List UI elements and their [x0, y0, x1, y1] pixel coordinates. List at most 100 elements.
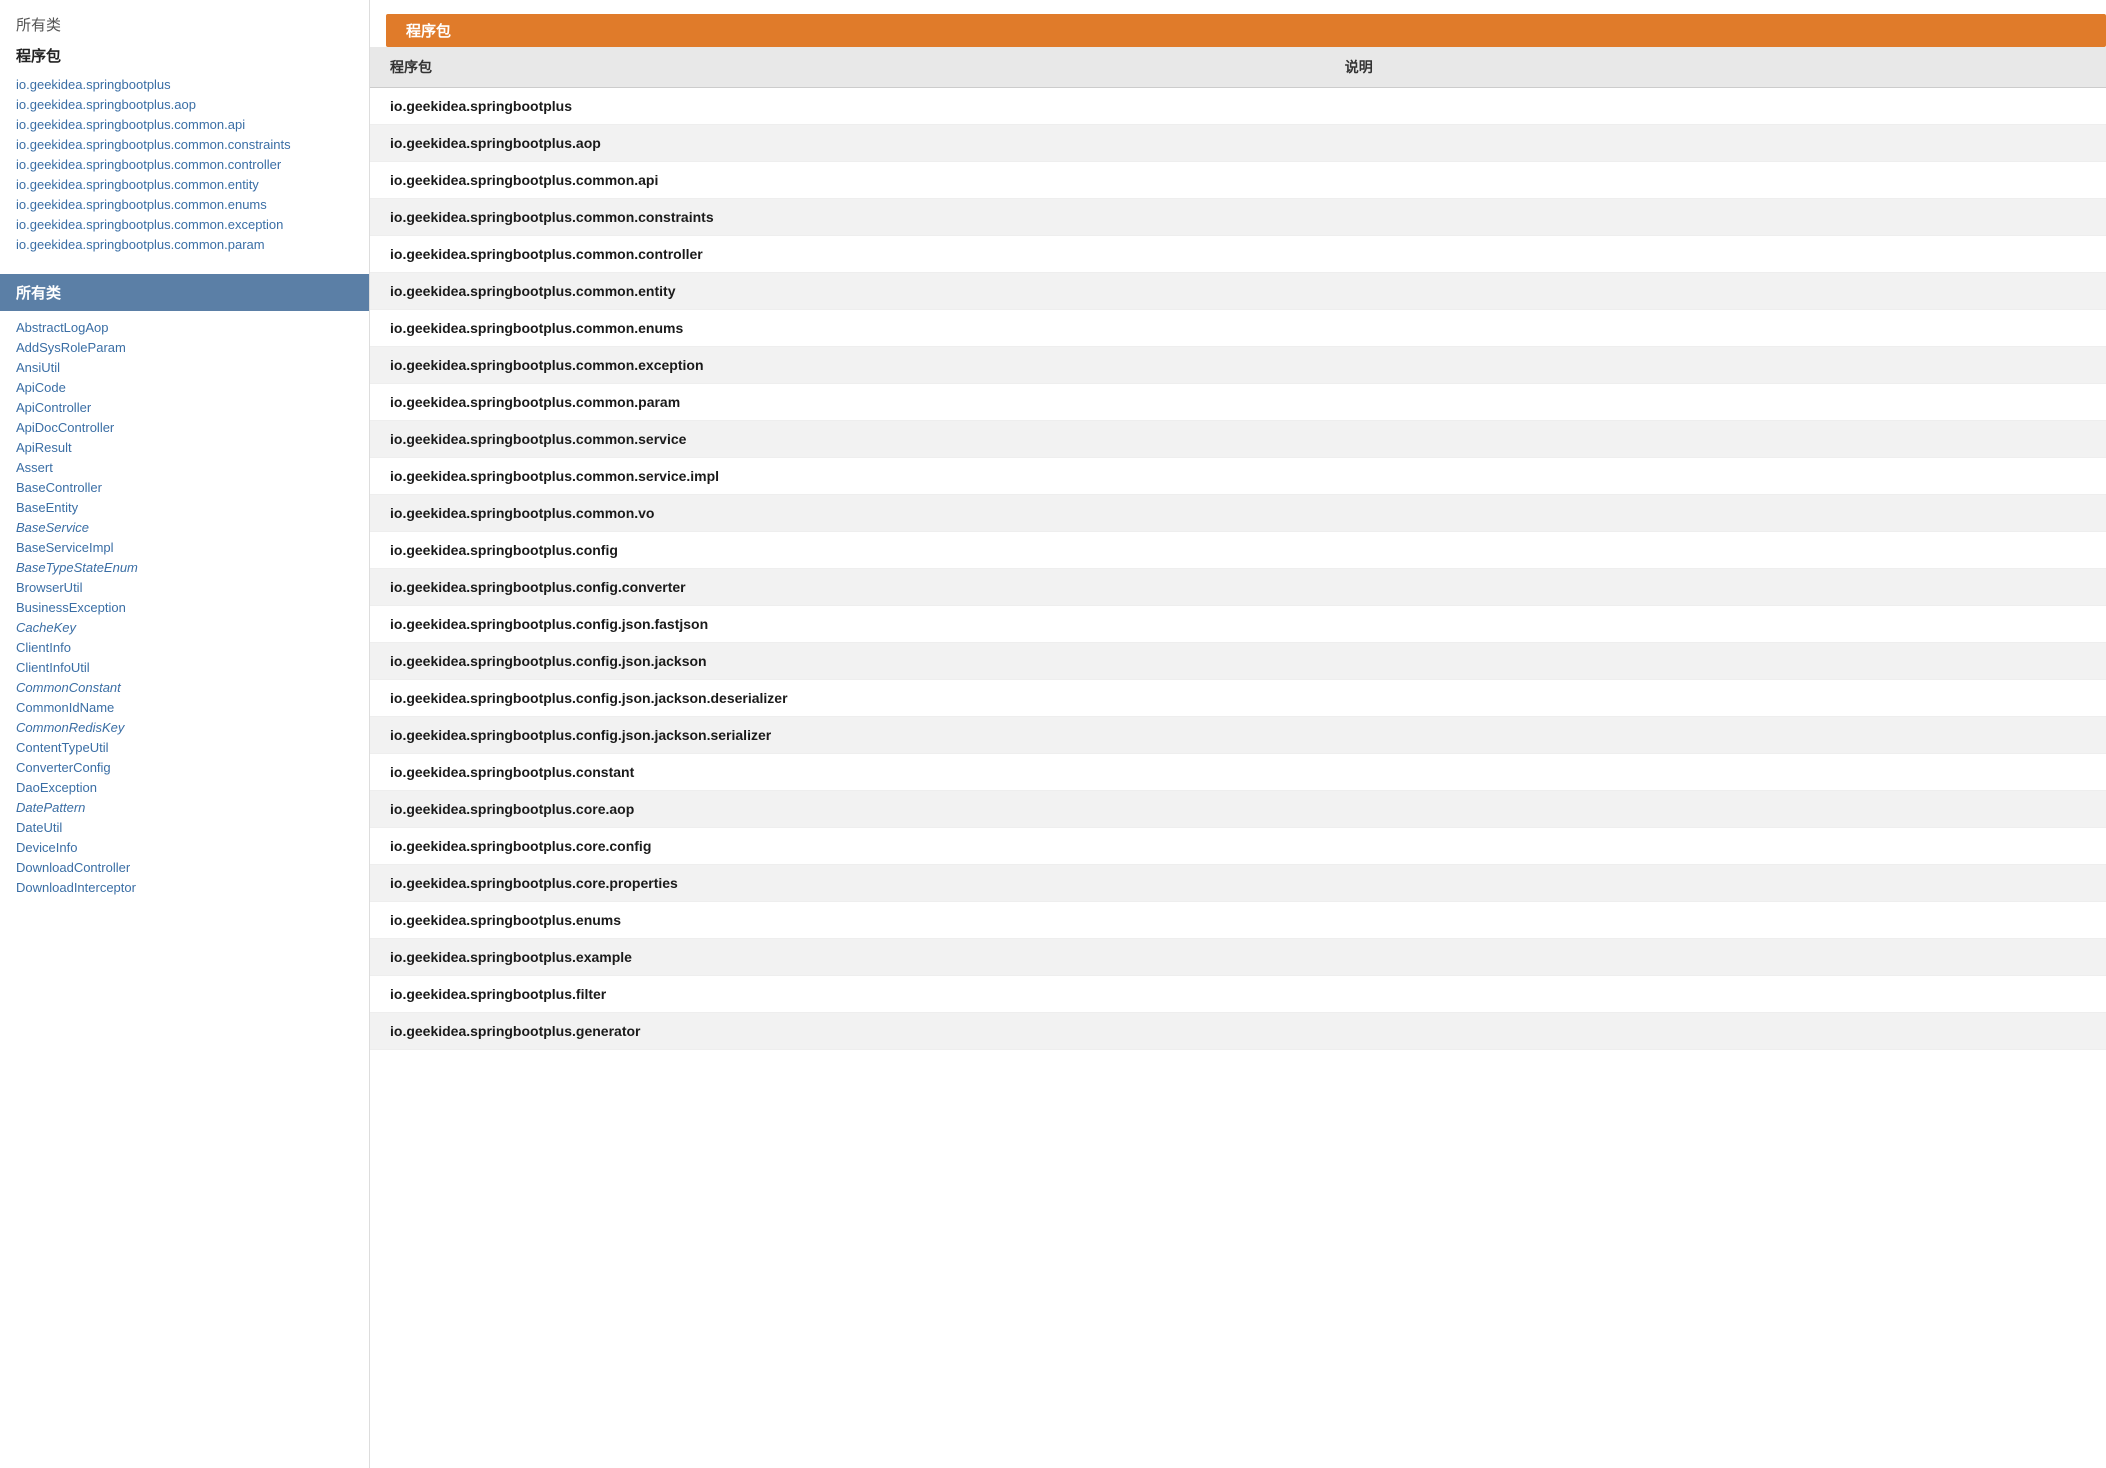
sidebar-class-link[interactable]: ApiResult — [16, 440, 72, 455]
sidebar-class-item: BaseTypeStateEnum — [16, 557, 353, 577]
sidebar-class-item: DateUtil — [16, 817, 353, 837]
sidebar-class-link[interactable]: BusinessException — [16, 600, 126, 615]
sidebar-class-link[interactable]: BaseController — [16, 480, 102, 495]
table-row[interactable]: io.geekidea.springbootplus.common.enums — [370, 310, 2106, 347]
table-row[interactable]: io.geekidea.springbootplus.constant — [370, 754, 2106, 791]
table-cell-package[interactable]: io.geekidea.springbootplus.common.param — [370, 384, 1325, 421]
table-cell-package[interactable]: io.geekidea.springbootplus.enums — [370, 902, 1325, 939]
sidebar-class-link[interactable]: ApiController — [16, 400, 91, 415]
table-cell-package[interactable]: io.geekidea.springbootplus.config.conver… — [370, 569, 1325, 606]
sidebar-class-link[interactable]: AbstractLogAop — [16, 320, 109, 335]
table-row[interactable]: io.geekidea.springbootplus.config.conver… — [370, 569, 2106, 606]
sidebar-package-link[interactable]: io.geekidea.springbootplus — [16, 77, 171, 92]
main-header-tag: 程序包 — [386, 14, 2106, 47]
sidebar-class-item: ApiResult — [16, 437, 353, 457]
table-row[interactable]: io.geekidea.springbootplus.generator — [370, 1013, 2106, 1050]
table-cell-description — [1325, 421, 2106, 458]
sidebar-class-link[interactable]: AnsiUtil — [16, 360, 60, 375]
table-row[interactable]: io.geekidea.springbootplus.common.servic… — [370, 458, 2106, 495]
table-cell-package[interactable]: io.geekidea.springbootplus.common.vo — [370, 495, 1325, 532]
sidebar-class-link[interactable]: AddSysRoleParam — [16, 340, 126, 355]
sidebar-class-link[interactable]: ApiCode — [16, 380, 66, 395]
table-cell-package[interactable]: io.geekidea.springbootplus.filter — [370, 976, 1325, 1013]
sidebar-class-link[interactable]: ConverterConfig — [16, 760, 111, 775]
sidebar-class-link[interactable]: DatePattern — [16, 800, 85, 815]
sidebar-class-link[interactable]: BrowserUtil — [16, 580, 82, 595]
table-row[interactable]: io.geekidea.springbootplus.core.properti… — [370, 865, 2106, 902]
table-cell-description — [1325, 532, 2106, 569]
table-row[interactable]: io.geekidea.springbootplus.config.json.j… — [370, 717, 2106, 754]
sidebar-top: 所有类 程序包 io.geekidea.springbootplusio.gee… — [0, 0, 369, 274]
table-row[interactable]: io.geekidea.springbootplus.filter — [370, 976, 2106, 1013]
sidebar-class-link[interactable]: ClientInfoUtil — [16, 660, 90, 675]
table-row[interactable]: io.geekidea.springbootplus.aop — [370, 125, 2106, 162]
table-cell-package[interactable]: io.geekidea.springbootplus.core.properti… — [370, 865, 1325, 902]
table-cell-package[interactable]: io.geekidea.springbootplus.common.contro… — [370, 236, 1325, 273]
table-cell-package[interactable]: io.geekidea.springbootplus.generator — [370, 1013, 1325, 1050]
table-cell-package[interactable]: io.geekidea.springbootplus.common.servic… — [370, 421, 1325, 458]
sidebar-package-link[interactable]: io.geekidea.springbootplus.common.enums — [16, 197, 267, 212]
table-cell-package[interactable]: io.geekidea.springbootplus.common.except… — [370, 347, 1325, 384]
table-cell-package[interactable]: io.geekidea.springbootplus.common.constr… — [370, 199, 1325, 236]
sidebar-class-link[interactable]: DateUtil — [16, 820, 62, 835]
table-cell-package[interactable]: io.geekidea.springbootplus.common.api — [370, 162, 1325, 199]
table-row[interactable]: io.geekidea.springbootplus.common.entity — [370, 273, 2106, 310]
table-row[interactable]: io.geekidea.springbootplus — [370, 88, 2106, 125]
sidebar-class-item: DatePattern — [16, 797, 353, 817]
sidebar-class-link[interactable]: ContentTypeUtil — [16, 740, 109, 755]
sidebar-class-link[interactable]: DeviceInfo — [16, 840, 77, 855]
table-cell-package[interactable]: io.geekidea.springbootplus.common.servic… — [370, 458, 1325, 495]
table-cell-package[interactable]: io.geekidea.springbootplus.common.enums — [370, 310, 1325, 347]
sidebar-class-link[interactable]: BaseServiceImpl — [16, 540, 114, 555]
table-row[interactable]: io.geekidea.springbootplus.common.api — [370, 162, 2106, 199]
sidebar-package-link[interactable]: io.geekidea.springbootplus.common.except… — [16, 217, 283, 232]
sidebar-class-item: DaoException — [16, 777, 353, 797]
sidebar-package-link[interactable]: io.geekidea.springbootplus.common.contro… — [16, 157, 281, 172]
table-row[interactable]: io.geekidea.springbootplus.common.contro… — [370, 236, 2106, 273]
sidebar-class-link[interactable]: CommonRedisKey — [16, 720, 124, 735]
sidebar-package-link[interactable]: io.geekidea.springbootplus.common.entity — [16, 177, 259, 192]
table-row[interactable]: io.geekidea.springbootplus.enums — [370, 902, 2106, 939]
sidebar-package-link[interactable]: io.geekidea.springbootplus.common.param — [16, 237, 265, 252]
sidebar-class-link[interactable]: BaseEntity — [16, 500, 78, 515]
table-row[interactable]: io.geekidea.springbootplus.core.config — [370, 828, 2106, 865]
sidebar-package-link[interactable]: io.geekidea.springbootplus.common.constr… — [16, 137, 291, 152]
table-cell-package[interactable]: io.geekidea.springbootplus — [370, 88, 1325, 125]
table-row[interactable]: io.geekidea.springbootplus.config — [370, 532, 2106, 569]
sidebar-class-link[interactable]: BaseService — [16, 520, 89, 535]
sidebar-class-link[interactable]: CacheKey — [16, 620, 76, 635]
table-row[interactable]: io.geekidea.springbootplus.core.aop — [370, 791, 2106, 828]
sidebar-class-link[interactable]: DownloadController — [16, 860, 130, 875]
sidebar-class-link[interactable]: CommonIdName — [16, 700, 114, 715]
table-row[interactable]: io.geekidea.springbootplus.config.json.j… — [370, 643, 2106, 680]
sidebar-class-link[interactable]: DaoException — [16, 780, 97, 795]
table-cell-package[interactable]: io.geekidea.springbootplus.core.config — [370, 828, 1325, 865]
table-row[interactable]: io.geekidea.springbootplus.common.servic… — [370, 421, 2106, 458]
sidebar-class-item: ApiController — [16, 397, 353, 417]
table-cell-package[interactable]: io.geekidea.springbootplus.config — [370, 532, 1325, 569]
sidebar-package-link[interactable]: io.geekidea.springbootplus.aop — [16, 97, 196, 112]
table-row[interactable]: io.geekidea.springbootplus.config.json.f… — [370, 606, 2106, 643]
table-row[interactable]: io.geekidea.springbootplus.config.json.j… — [370, 680, 2106, 717]
sidebar-class-link[interactable]: CommonConstant — [16, 680, 121, 695]
table-row[interactable]: io.geekidea.springbootplus.example — [370, 939, 2106, 976]
sidebar-class-link[interactable]: ApiDocController — [16, 420, 114, 435]
table-row[interactable]: io.geekidea.springbootplus.common.vo — [370, 495, 2106, 532]
table-cell-package[interactable]: io.geekidea.springbootplus.config.json.j… — [370, 680, 1325, 717]
sidebar-class-link[interactable]: DownloadInterceptor — [16, 880, 136, 895]
table-row[interactable]: io.geekidea.springbootplus.common.constr… — [370, 199, 2106, 236]
table-cell-package[interactable]: io.geekidea.springbootplus.example — [370, 939, 1325, 976]
sidebar-class-link[interactable]: BaseTypeStateEnum — [16, 560, 138, 575]
table-cell-package[interactable]: io.geekidea.springbootplus.config.json.j… — [370, 717, 1325, 754]
table-cell-package[interactable]: io.geekidea.springbootplus.config.json.j… — [370, 643, 1325, 680]
table-cell-package[interactable]: io.geekidea.springbootplus.constant — [370, 754, 1325, 791]
sidebar-class-link[interactable]: ClientInfo — [16, 640, 71, 655]
table-cell-package[interactable]: io.geekidea.springbootplus.core.aop — [370, 791, 1325, 828]
table-cell-package[interactable]: io.geekidea.springbootplus.aop — [370, 125, 1325, 162]
table-row[interactable]: io.geekidea.springbootplus.common.except… — [370, 347, 2106, 384]
table-row[interactable]: io.geekidea.springbootplus.common.param — [370, 384, 2106, 421]
sidebar-class-link[interactable]: Assert — [16, 460, 53, 475]
table-cell-package[interactable]: io.geekidea.springbootplus.common.entity — [370, 273, 1325, 310]
sidebar-package-link[interactable]: io.geekidea.springbootplus.common.api — [16, 117, 245, 132]
table-cell-package[interactable]: io.geekidea.springbootplus.config.json.f… — [370, 606, 1325, 643]
